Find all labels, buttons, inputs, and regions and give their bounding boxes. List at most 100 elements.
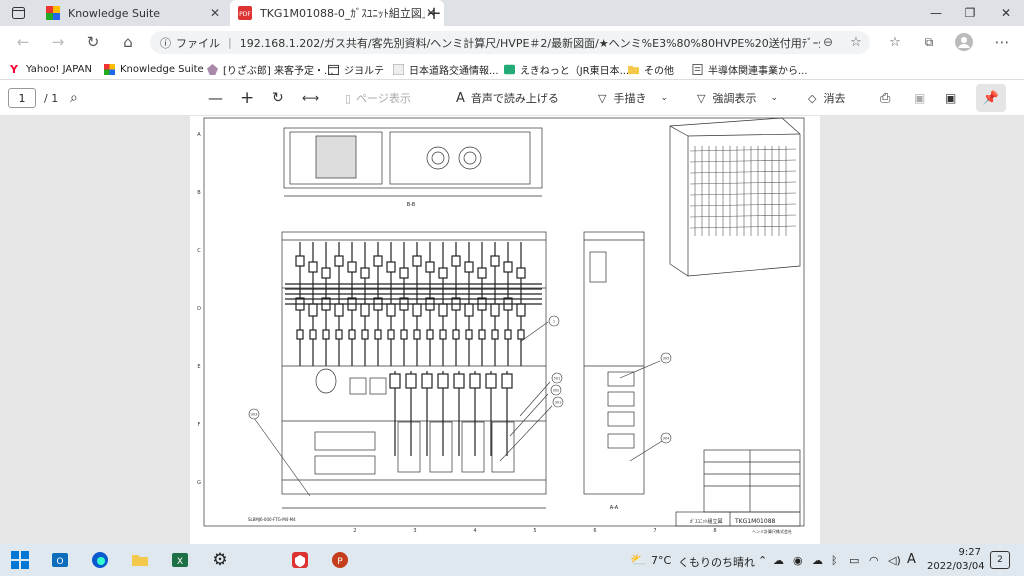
profile-avatar[interactable] bbox=[953, 32, 975, 52]
callout-label: 304 bbox=[663, 437, 670, 441]
rotate-icon[interactable]: ↻ bbox=[272, 89, 284, 107]
bookmark-yahoo[interactable]: Y Yahoo! JAPAN bbox=[10, 61, 92, 77]
close-icon[interactable]: ✕ bbox=[210, 6, 220, 20]
fit-width-icon[interactable]: ⟷ bbox=[302, 89, 319, 107]
grid-col-number: 6 bbox=[593, 528, 596, 534]
home-button[interactable]: ⌂ bbox=[117, 32, 139, 52]
chevron-up-icon[interactable]: ⌃ bbox=[758, 554, 767, 567]
read-aloud-button[interactable]: A 音声で読み上げる bbox=[456, 89, 559, 107]
bookmark-bar: Y Yahoo! JAPAN Knowledge Suite [りざぶ郎] 来客予… bbox=[0, 58, 1024, 80]
draw-button[interactable]: ▽ 手描き ⌄ bbox=[598, 89, 668, 107]
doc-icon bbox=[692, 63, 703, 75]
edge-icon[interactable] bbox=[90, 550, 110, 570]
save-icon[interactable]: ▣ bbox=[914, 89, 925, 107]
zoom-in-button[interactable]: + bbox=[240, 88, 254, 108]
taskbar: O X ⚙ P ⛅ 7°C くもりのち晴れ ⌃ ☁ ◉ ☁ ᛒ ▭ ◠ ◁) A… bbox=[0, 544, 1024, 576]
eraser-icon: ◇ bbox=[808, 91, 817, 105]
drawing-name: ｶﾞｽﾕﾆｯﾄ組立図 bbox=[690, 518, 723, 525]
pin-toolbar-button[interactable]: 📌 bbox=[976, 84, 1006, 112]
tab-title: Knowledge Suite bbox=[68, 6, 161, 20]
folder-icon bbox=[628, 65, 639, 74]
security-app-icon[interactable] bbox=[290, 550, 310, 570]
bookmark-semiconductor[interactable]: 半導体関連事業から... bbox=[692, 61, 808, 77]
clock-time[interactable]: 9:27 bbox=[937, 547, 981, 558]
company-name: ヘンミ計算尺株式会社 bbox=[752, 528, 792, 534]
tab-knowledge-suite[interactable]: Knowledge Suite ✕ bbox=[38, 0, 228, 26]
page-number-input[interactable]: 1 bbox=[8, 88, 36, 108]
train-icon bbox=[504, 64, 515, 74]
notification-center[interactable]: 2 bbox=[990, 551, 1010, 569]
yahoo-icon: Y bbox=[10, 62, 18, 76]
weather-temp[interactable]: 7°C bbox=[651, 554, 671, 567]
outlook-icon[interactable]: O bbox=[50, 550, 70, 570]
save-as-icon[interactable]: ▣ bbox=[945, 89, 956, 107]
onedrive-icon[interactable]: ☁ bbox=[773, 554, 784, 567]
tab-bar: Knowledge Suite ✕ PDF TKG1M01088-0_ｶﾞｽﾕﾆ… bbox=[0, 0, 1024, 26]
page-view-button[interactable]: ▯ ページ表示 bbox=[345, 89, 411, 107]
bookmark-reserve[interactable]: [りざぶ郎] 来客予定・... bbox=[207, 61, 334, 77]
battery-icon[interactable]: ▭ bbox=[849, 554, 859, 567]
grid-row-letter: D bbox=[197, 306, 201, 312]
bluetooth-icon[interactable]: ᛒ bbox=[831, 554, 838, 567]
pdf-icon: PDF bbox=[238, 6, 252, 20]
chevron-down-icon[interactable]: ⌄ bbox=[770, 93, 778, 103]
excel-icon[interactable]: X bbox=[170, 550, 190, 570]
settings-gear-icon[interactable]: ⚙ bbox=[210, 550, 230, 570]
bookmark-road[interactable]: 日本道路交通情報... bbox=[393, 61, 499, 77]
url-text: 192.168.1.202/ガス共有/客先別資料/ヘンミ計算尺/HVPE＃2/最… bbox=[239, 36, 820, 50]
drawing-number: TKG1M01088 bbox=[734, 518, 776, 525]
svg-text:O: O bbox=[56, 557, 63, 567]
callout-label: 303 bbox=[251, 413, 258, 417]
onedrive-sync-icon[interactable]: ☁ bbox=[812, 554, 823, 567]
menu-icon[interactable]: ⋯ bbox=[991, 32, 1013, 52]
ime-indicator[interactable]: A bbox=[907, 552, 916, 567]
weather-text[interactable]: くもりのち晴れ bbox=[678, 554, 755, 570]
volume-icon[interactable]: ◁) bbox=[888, 554, 901, 567]
assembly-drawing: 1 303 501 302 301 305 304 B-B A-A SL8MJ6… bbox=[197, 117, 805, 534]
info-icon[interactable]: ⓘ bbox=[160, 35, 171, 51]
forward-button[interactable]: → bbox=[47, 32, 69, 52]
url-field[interactable]: ⓘ ファイル | 192.168.1.202/ガス共有/客先別資料/ヘンミ計算尺… bbox=[150, 31, 870, 54]
bookmark-folder-other[interactable]: その他 bbox=[628, 61, 674, 77]
callout-label: 302 bbox=[553, 389, 560, 393]
windows-start-icon[interactable] bbox=[10, 550, 30, 570]
bookmark-ekinet[interactable]: えきねっと（JR東日本... bbox=[504, 61, 629, 77]
grid-col-number: 8 bbox=[713, 528, 716, 534]
weather-icon[interactable]: ⛅ bbox=[630, 553, 646, 568]
svg-text:X: X bbox=[177, 557, 183, 567]
highlight-button[interactable]: ▽ 強調表示 ⌄ bbox=[697, 89, 778, 107]
back-button[interactable]: ← bbox=[12, 32, 34, 52]
grid-row-letter: E bbox=[197, 364, 200, 370]
pdf-viewer[interactable]: 1 303 501 302 301 305 304 B-B A-A SL8MJ6… bbox=[0, 116, 1024, 544]
grid-col-number: 2 bbox=[353, 528, 356, 534]
file-explorer-icon[interactable] bbox=[130, 550, 150, 570]
print-icon[interactable]: ⎙ bbox=[880, 89, 890, 107]
ks-icon bbox=[46, 6, 60, 20]
antivirus-icon[interactable]: ◉ bbox=[793, 554, 803, 567]
grid-row-letter: G bbox=[197, 480, 201, 486]
bookmark-knowledge-suite[interactable]: Knowledge Suite bbox=[104, 61, 204, 77]
reserve-icon bbox=[207, 63, 218, 75]
collections-icon[interactable]: ⧉ bbox=[918, 32, 940, 52]
chevron-down-icon[interactable]: ⌄ bbox=[660, 93, 668, 103]
add-favorite-icon[interactable]: ☆ bbox=[845, 32, 867, 52]
plan-view-label: B-B bbox=[407, 202, 416, 208]
minimize-icon[interactable]: — bbox=[918, 0, 954, 26]
restore-icon[interactable]: ❐ bbox=[952, 0, 988, 26]
tab-pdf[interactable]: PDF TKG1M01088-0_ｶﾞｽﾕﾆｯﾄ組立図」 ✕ bbox=[230, 0, 444, 26]
bookmark-jorte[interactable]: ジヨルテ bbox=[328, 61, 384, 77]
clock-date[interactable]: 2022/03/04 bbox=[927, 561, 985, 572]
favorites-icon[interactable]: ☆ bbox=[884, 32, 906, 52]
reload-button[interactable]: ↻ bbox=[82, 32, 104, 52]
read-aloud-icon: A bbox=[456, 90, 465, 106]
tab-actions-icon[interactable] bbox=[0, 0, 36, 26]
erase-button[interactable]: ◇ 消去 bbox=[808, 89, 845, 107]
search-icon[interactable]: ⌕ bbox=[70, 89, 78, 107]
new-tab-button[interactable]: + bbox=[416, 0, 452, 26]
callout-label: 1 bbox=[553, 320, 555, 324]
wifi-icon[interactable]: ◠ bbox=[869, 554, 879, 567]
close-window-icon[interactable]: ✕ bbox=[988, 0, 1024, 26]
powerpoint-icon[interactable]: P bbox=[330, 550, 350, 570]
zoom-icon[interactable]: ⊖ bbox=[817, 32, 839, 52]
zoom-out-button[interactable]: — bbox=[208, 89, 223, 107]
